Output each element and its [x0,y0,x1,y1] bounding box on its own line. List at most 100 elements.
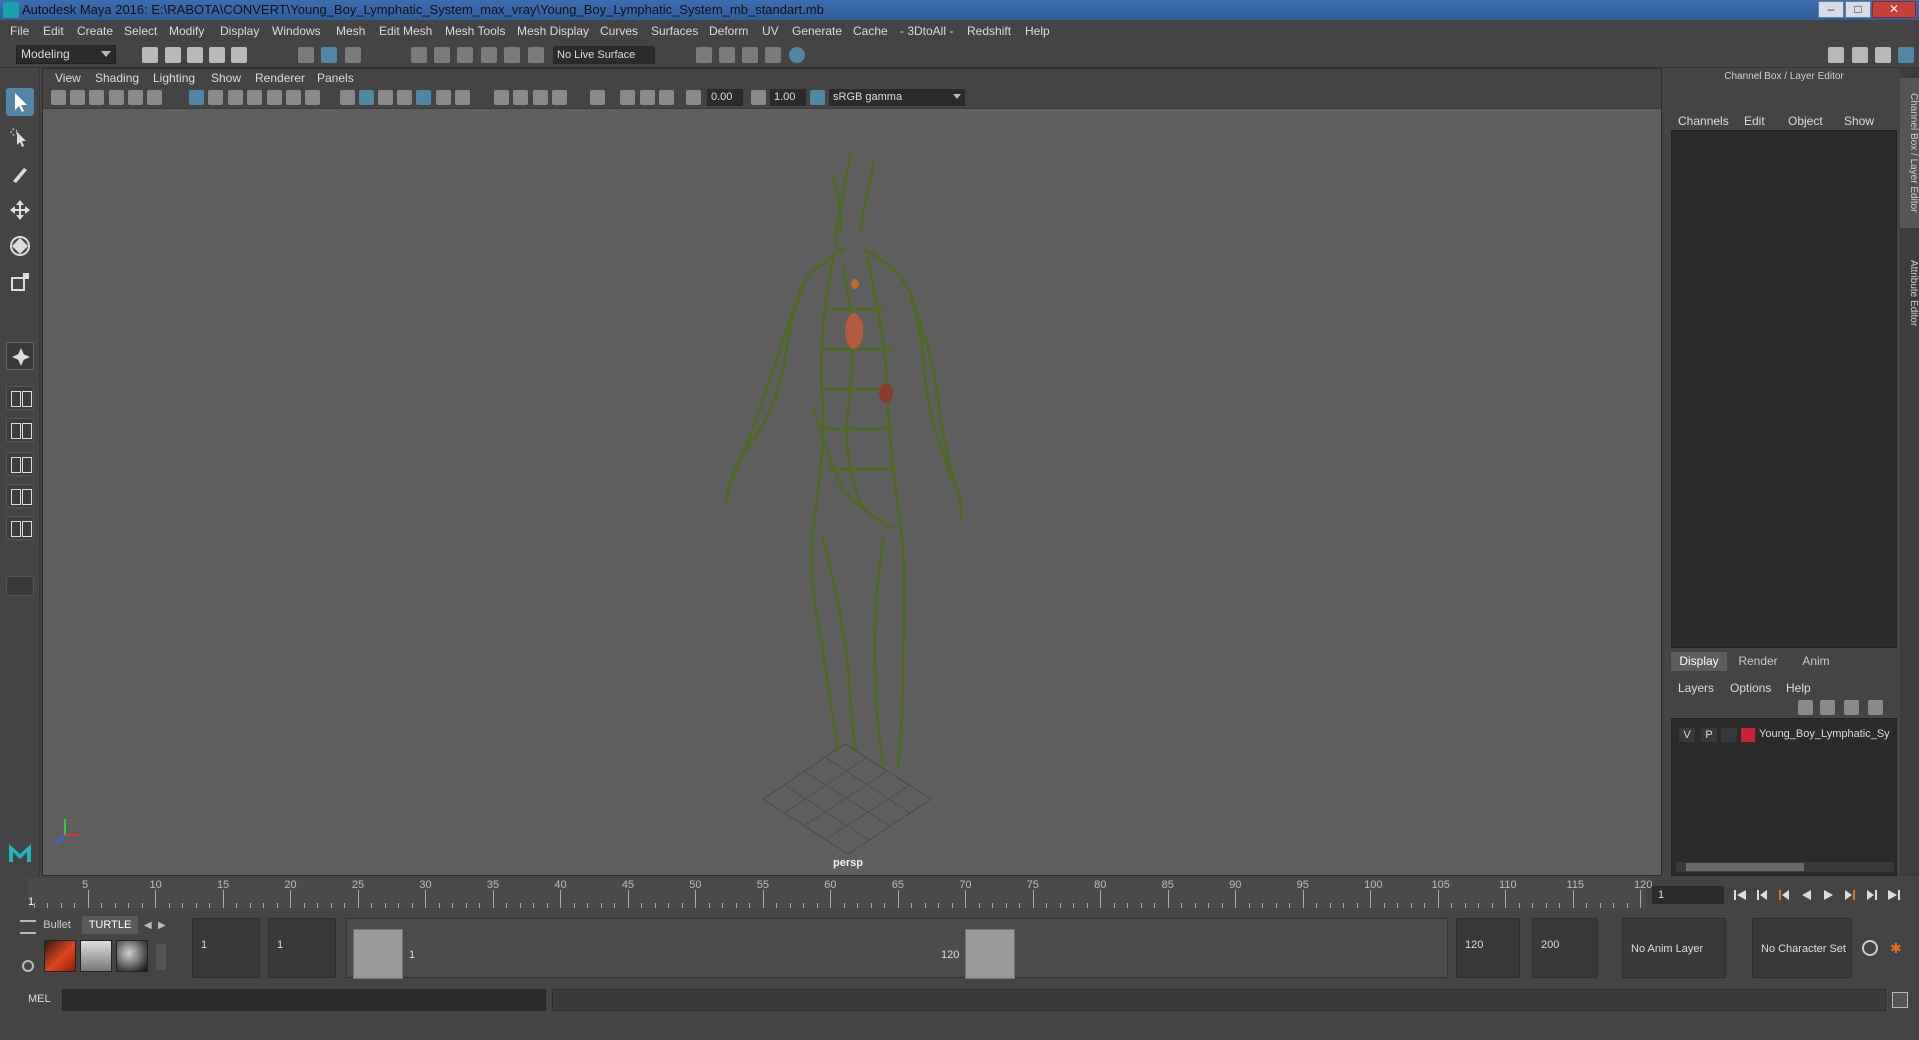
gate-mask-icon[interactable] [247,90,262,105]
mel-language-toggle[interactable]: MEL [28,993,51,1005]
move-layer-up-icon[interactable] [1798,700,1813,715]
layout-persp-graph-button[interactable] [6,452,34,476]
mode-selector[interactable]: Modeling [16,45,116,64]
more-layouts-button[interactable] [6,576,34,596]
use-default-material-icon[interactable] [378,90,393,105]
menu-display[interactable]: Display [220,24,259,38]
snap-magnet-icon[interactable] [528,47,544,63]
shelf-tab-turtle[interactable]: TURTLE [82,916,138,934]
layout-hypershade-button[interactable] [6,516,34,540]
shelf-tab-bullet[interactable]: Bullet [38,916,76,934]
camera-lock-icon[interactable] [70,90,85,105]
snap-live-icon[interactable] [504,47,520,63]
select-hierarchy-icon[interactable] [298,47,314,63]
menu-cache[interactable]: Cache [853,24,888,38]
anim-layer-dropdown[interactable]: No Anim Layer [1622,918,1726,978]
turtle-surface-transfer-icon[interactable] [116,940,148,972]
color-management-toggle-icon[interactable] [810,90,825,105]
shadows-icon[interactable] [455,90,470,105]
xray-icon[interactable] [620,90,635,105]
save-scene-icon[interactable] [187,47,203,63]
view-transform-dropdown[interactable]: sRGB gamma [829,89,965,106]
film-gate-toggle-icon[interactable] [208,90,223,105]
safe-title-icon[interactable] [305,90,320,105]
wireframe-icon[interactable] [340,90,355,105]
step-forward-frame-icon[interactable] [1843,888,1857,902]
select-tool-icon[interactable] [6,88,34,116]
current-frame-field[interactable]: 1 [1652,886,1724,904]
field-chart-icon[interactable] [267,90,282,105]
render-view-icon[interactable] [765,47,781,63]
layout-two-panes-button[interactable] [6,418,34,442]
layer-tab-render[interactable]: Render [1730,652,1786,671]
scale-tool-icon[interactable] [6,268,34,296]
soft-mod-icon[interactable] [6,342,34,370]
layer-tab-display[interactable]: Display [1671,652,1727,671]
layer-visibility-toggle[interactable]: V [1679,728,1695,742]
maximize-button[interactable]: □ [1845,1,1871,18]
layer-row[interactable]: V P Young_Boy_Lymphatic_Sy [1675,726,1893,744]
step-forward-key-icon[interactable] [1865,888,1879,902]
close-button[interactable]: ✕ [1872,1,1916,18]
gamma-icon[interactable] [751,90,766,105]
layer-menu-layers[interactable]: Layers [1678,681,1714,695]
hypershade-icon[interactable] [789,47,805,63]
playback-start-field[interactable]: 1 [268,918,336,978]
turtle-render-icon[interactable] [44,940,76,972]
layout-outliner-button[interactable] [6,484,34,508]
menu-curves[interactable]: Curves [600,24,638,38]
move-layer-down-icon[interactable] [1820,700,1835,715]
snap-view-plane-icon[interactable] [481,47,497,63]
go-to-end-icon[interactable] [1887,888,1901,902]
live-surface-field[interactable]: No Live Surface [553,46,655,64]
isolate-select-icon[interactable] [590,90,605,105]
motion-blur-icon[interactable] [513,90,528,105]
viewport-menu-renderer[interactable]: Renderer [255,71,305,85]
smooth-shade-icon[interactable] [359,90,374,105]
channel-box-menu-object[interactable]: Object [1788,114,1823,128]
exposure-icon[interactable] [686,90,701,105]
shelf-menu-icon[interactable] [20,920,36,934]
new-layer-selected-icon[interactable] [1868,700,1883,715]
camera-select-icon[interactable] [51,90,66,105]
select-component-icon[interactable] [345,47,361,63]
channel-box-body[interactable] [1671,130,1897,648]
auto-key-icon[interactable] [1862,940,1878,956]
menu-select[interactable]: Select [124,24,157,38]
animation-end-field[interactable]: 200 [1532,918,1598,978]
go-to-start-icon[interactable] [1733,888,1747,902]
layer-name[interactable]: Young_Boy_Lymphatic_Sy [1759,728,1893,740]
snap-curve-icon[interactable] [434,47,450,63]
multisample-aa-icon[interactable] [533,90,548,105]
viewport-menu-shading[interactable]: Shading [95,71,139,85]
layer-color-swatch[interactable] [1741,728,1755,742]
menu-3dtoall[interactable]: - 3DtoAll - [900,24,953,38]
grid-toggle-icon[interactable] [189,90,204,105]
menu-create[interactable]: Create [77,24,113,38]
menu-windows[interactable]: Windows [272,24,321,38]
menu-mesh[interactable]: Mesh [336,24,365,38]
animation-start-field[interactable]: 1 [192,918,260,978]
rotate-tool-icon[interactable] [6,232,34,260]
menu-generate[interactable]: Generate [792,24,842,38]
play-forward-icon[interactable] [1821,888,1835,902]
shelf-scrollbar[interactable] [156,944,166,970]
play-backward-icon[interactable] [1799,888,1813,902]
select-object-icon[interactable] [321,47,337,63]
gamma-field[interactable]: 1.00 [770,89,806,106]
channel-box-menu-channels[interactable]: Channels [1678,114,1729,128]
character-set-dropdown[interactable]: No Character Set [1752,918,1852,978]
viewport-menu-lighting[interactable]: Lighting [153,71,195,85]
menu-help[interactable]: Help [1025,24,1050,38]
menu-modify[interactable]: Modify [169,24,204,38]
viewport-menu-show[interactable]: Show [211,71,241,85]
screen-space-ao-icon[interactable] [494,90,509,105]
menu-uv[interactable]: UV [762,24,779,38]
menu-edit[interactable]: Edit [43,24,64,38]
channel-box-menu-show[interactable]: Show [1844,114,1874,128]
side-tab-channel-box[interactable]: Channel Box / Layer Editor [1900,78,1919,228]
layer-playback-toggle[interactable]: P [1701,728,1717,742]
viewport-menu-panels[interactable]: Panels [317,71,354,85]
xray-joints-icon[interactable] [659,90,674,105]
bookmark-icon[interactable] [89,90,104,105]
